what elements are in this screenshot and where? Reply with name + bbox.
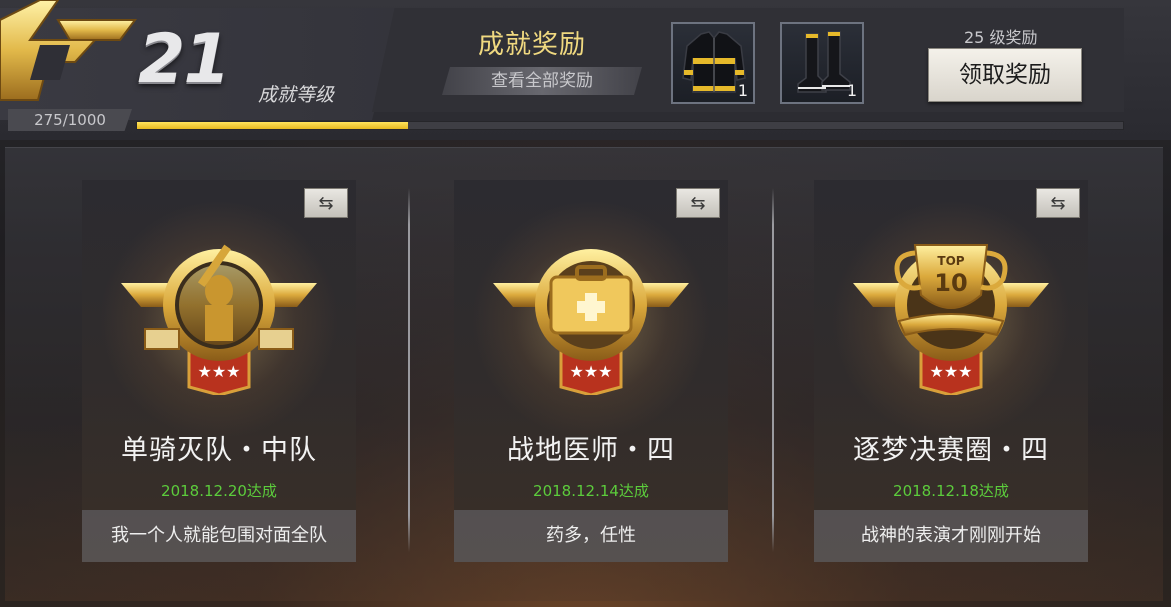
achievement-screen: 21 成就等级 275/1000 成就奖励 查看全部奖励 1 1 25 级奖励 … (0, 0, 1171, 607)
achievement-logo-icon (0, 0, 137, 101)
achievement-title: 单骑灭队・中队 (121, 435, 317, 466)
reward-tier-label: 25 级奖励 (964, 28, 1038, 47)
claim-reward-button[interactable]: 领取奖励 (928, 48, 1082, 102)
swap-arrows-icon: ⇆ (318, 192, 334, 214)
achievement-description: 我一个人就能包围对面全队 (82, 510, 356, 562)
achievement-date: 2018.12.20达成 (161, 482, 277, 500)
achievement-title: 战地医师・四 (507, 435, 675, 466)
swap-achievement-button[interactable]: ⇆ (676, 188, 720, 218)
xp-progress-text: 275/1000 (8, 109, 132, 131)
reward-item-jacket[interactable]: 1 (671, 22, 755, 104)
achievement-description: 战神的表演才刚刚开始 (814, 510, 1088, 562)
soldier-medal-icon: ★★★ (121, 244, 317, 395)
xp-progress-fill (137, 122, 409, 129)
trophy-text-top: TOP (937, 254, 964, 268)
medkit-medal-icon: ★★★ (493, 249, 689, 395)
achievement-description: 药多，任性 (454, 510, 728, 562)
swap-arrows-icon: ⇆ (690, 192, 706, 214)
achievement-level-label: 成就等级 (258, 84, 335, 106)
achievement-date: 2018.12.14达成 (533, 482, 649, 500)
reward-title: 成就奖励 (478, 30, 587, 60)
achievement-card[interactable]: ⇆ TOP 10 ★★★ 逐梦决赛圈・四 2018.12.18达成 战神的表演才… (814, 180, 1088, 562)
achievement-card[interactable]: ⇆ ★★★ 单骑灭队・中队 2018.12.20达成 我一个人就能包围对面全队 (82, 180, 356, 562)
achievement-title: 逐梦决赛圈・四 (853, 435, 1049, 466)
trophy-text-rank: 10 (934, 269, 967, 297)
card-divider (408, 188, 410, 552)
swap-arrows-icon: ⇆ (1050, 192, 1066, 214)
reward-item-count: 1 (846, 81, 857, 100)
swap-achievement-button[interactable]: ⇆ (1036, 188, 1080, 218)
achievement-card[interactable]: ⇆ ★★★ 战地医师・四 2018.12.14达成 药多，任性 (454, 180, 728, 562)
achievement-level: 21 (138, 20, 231, 99)
xp-progress-bar (136, 121, 1124, 130)
reward-item-boots[interactable]: 1 (780, 22, 864, 104)
svg-text:★★★: ★★★ (569, 362, 612, 381)
svg-text:★★★: ★★★ (197, 362, 240, 381)
swap-achievement-button[interactable]: ⇆ (304, 188, 348, 218)
reward-item-count: 1 (737, 81, 748, 100)
card-divider (772, 188, 774, 552)
svg-text:★★★: ★★★ (929, 362, 972, 381)
view-all-rewards-button[interactable]: 查看全部奖励 (442, 67, 642, 95)
header: 21 成就等级 275/1000 成就奖励 查看全部奖励 1 1 25 级奖励 … (0, 0, 1171, 140)
achievement-date: 2018.12.18达成 (893, 482, 1009, 500)
trophy-medal-icon: TOP 10 ★★★ (853, 244, 1049, 395)
